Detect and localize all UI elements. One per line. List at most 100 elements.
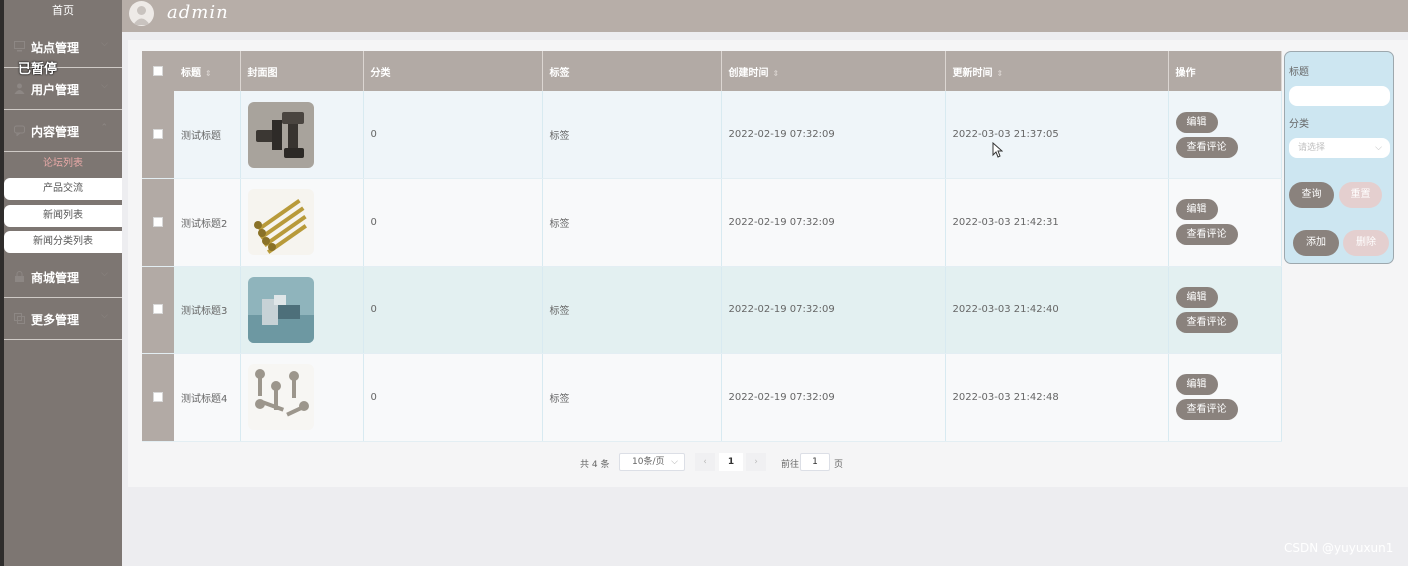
- mouse-cursor-icon: [992, 142, 1003, 158]
- cell-actions: 编辑 查看评论: [1168, 353, 1282, 442]
- column-header-cover: 封面图: [240, 51, 364, 91]
- cell-category: 0: [363, 353, 543, 442]
- cover-image[interactable]: [247, 189, 314, 256]
- user-icon: [14, 83, 25, 94]
- cell-actions: 编辑 查看评论: [1168, 91, 1282, 179]
- next-page-button[interactable]: ›: [746, 453, 766, 471]
- goto-page-input[interactable]: 1: [800, 453, 830, 471]
- lock-icon: [15, 271, 24, 282]
- cell-updated: 2022-03-03 21:42:31: [945, 178, 1169, 267]
- cell-tags: 标签: [542, 266, 722, 354]
- title-search-input[interactable]: [1289, 86, 1390, 106]
- table-row: 测试标题4 0 标签 2022-02-19 07:32:09 2022-03-0…: [142, 353, 1282, 442]
- sort-icon[interactable]: ⇕: [997, 69, 1004, 78]
- cell-created: 2022-02-19 07:32:09: [721, 353, 946, 442]
- username: admin: [167, 2, 229, 23]
- cell-actions: 编辑 查看评论: [1168, 266, 1282, 354]
- cell-category: 0: [363, 91, 543, 179]
- message-icon: [14, 125, 25, 136]
- table-header-row: 标题 ⇕ 封面图 分类 标签 创建时间 ⇕ 更新时间 ⇕ 操作: [142, 51, 1282, 91]
- cell-actions: 编辑 查看评论: [1168, 178, 1282, 267]
- view-comments-button[interactable]: 查看评论: [1175, 311, 1238, 333]
- cell-tags: 标签: [542, 91, 722, 179]
- search-panel: 标题 分类 请选择 ⌵ 查询 重置 添加 删除: [1284, 51, 1394, 264]
- column-header-title[interactable]: 标题 ⇕: [174, 51, 241, 91]
- cover-image[interactable]: [247, 276, 314, 343]
- edit-button[interactable]: 编辑: [1175, 111, 1218, 133]
- cell-title: 测试标题3: [174, 266, 241, 354]
- column-header-actions: 操作: [1168, 51, 1282, 91]
- sidebar-item-content-management[interactable]: 内容管理 ⌃: [4, 110, 122, 152]
- cell-created: 2022-02-19 07:32:09: [721, 178, 946, 267]
- column-header-category: 分类: [363, 51, 543, 91]
- user-avatar-icon: [133, 6, 150, 25]
- cell-created: 2022-02-19 07:32:09: [721, 91, 946, 179]
- query-button[interactable]: 查询: [1289, 182, 1334, 208]
- page-number-current[interactable]: 1: [719, 453, 743, 471]
- watermark: CSDN @yuyuxun1: [1284, 541, 1394, 555]
- delete-button[interactable]: 删除: [1343, 230, 1389, 256]
- cell-cover: [240, 91, 364, 179]
- add-button[interactable]: 添加: [1293, 230, 1339, 256]
- edit-button[interactable]: 编辑: [1175, 286, 1218, 308]
- row-checkbox[interactable]: [153, 304, 163, 315]
- sidebar-item-shop-management[interactable]: 商城管理 ⌵: [4, 256, 122, 298]
- select-all-cell: [142, 51, 174, 91]
- row-checkbox[interactable]: [153, 216, 163, 227]
- cell-updated: 2022-03-03 21:42:48: [945, 353, 1169, 442]
- sidebar-item-label: 更多管理: [31, 313, 80, 327]
- cell-title: 测试标题4: [174, 353, 241, 442]
- sidebar-item-home[interactable]: 首页: [4, 0, 122, 22]
- sidebar-item-news-category-list[interactable]: 新闻分类列表: [4, 231, 122, 253]
- row-select-cell: [142, 178, 174, 267]
- cell-category: 0: [363, 178, 543, 267]
- table-row: 测试标题 0 标签 2022-02-19 07:32:09 2022-03-03…: [142, 91, 1282, 179]
- row-checkbox[interactable]: [153, 129, 163, 139]
- paused-overlay-text: 已暂停: [18, 62, 58, 77]
- view-comments-button[interactable]: 查看评论: [1175, 224, 1238, 246]
- goto-label: 前往: [781, 460, 800, 470]
- avatar[interactable]: [129, 1, 154, 26]
- sidebar-item-more-management[interactable]: 更多管理 ⌵: [4, 298, 122, 340]
- chevron-down-icon: ⌵: [101, 311, 108, 321]
- edit-button[interactable]: 编辑: [1175, 199, 1218, 221]
- pagination-total: 共 4 条: [580, 460, 610, 470]
- forum-table: 标题 ⇕ 封面图 分类 标签 创建时间 ⇕ 更新时间 ⇕ 操作 测试标题 0 标…: [142, 51, 1282, 442]
- sidebar: 首页 站点管理 ⌵ 用户管理 ⌵ 内容管理 ⌃ 论坛列表 产品交流 新闻列表 新…: [0, 0, 122, 566]
- column-header-updated[interactable]: 更新时间 ⇕: [945, 51, 1169, 91]
- cell-title: 测试标题: [174, 91, 241, 179]
- chevron-down-icon: ⌵: [671, 457, 678, 467]
- sidebar-item-product-exchange[interactable]: 产品交流: [4, 178, 122, 200]
- column-header-tags: 标签: [542, 51, 722, 91]
- view-comments-button[interactable]: 查看评论: [1175, 136, 1238, 158]
- column-header-created[interactable]: 创建时间 ⇕: [721, 51, 946, 91]
- cell-updated: 2022-03-03 21:42:40: [945, 266, 1169, 354]
- row-select-cell: [142, 353, 174, 442]
- cover-image[interactable]: [247, 101, 314, 168]
- category-label: 分类: [1289, 119, 1309, 130]
- cell-cover: [240, 178, 364, 267]
- view-comments-button[interactable]: 查看评论: [1175, 399, 1238, 421]
- cover-image[interactable]: [247, 364, 314, 431]
- page-size-select[interactable]: 10条/页 ⌵: [619, 453, 685, 471]
- title-label: 标题: [1289, 67, 1309, 78]
- prev-page-button[interactable]: ‹: [695, 453, 715, 471]
- chevron-down-icon: ⌵: [1375, 143, 1382, 153]
- edit-button[interactable]: 编辑: [1175, 374, 1218, 396]
- chevron-up-icon: ⌃: [100, 123, 108, 133]
- sidebar-item-news-list[interactable]: 新闻列表: [4, 205, 122, 227]
- monitor-icon: [14, 41, 25, 52]
- sort-icon[interactable]: ⇕: [205, 69, 212, 78]
- cell-created: 2022-02-19 07:32:09: [721, 266, 946, 354]
- row-checkbox[interactable]: [153, 391, 163, 402]
- select-all-checkbox[interactable]: [153, 65, 163, 76]
- row-select-cell: [142, 91, 174, 179]
- copy-icon: [14, 313, 25, 324]
- sidebar-item-label: 用户管理: [31, 83, 80, 97]
- sidebar-item-label: 商城管理: [31, 271, 80, 285]
- reset-button[interactable]: 重置: [1339, 182, 1382, 208]
- category-select[interactable]: 请选择 ⌵: [1289, 138, 1390, 158]
- cell-tags: 标签: [542, 178, 722, 267]
- sort-icon[interactable]: ⇕: [773, 69, 780, 78]
- sidebar-item-forum-list[interactable]: 论坛列表: [4, 153, 122, 175]
